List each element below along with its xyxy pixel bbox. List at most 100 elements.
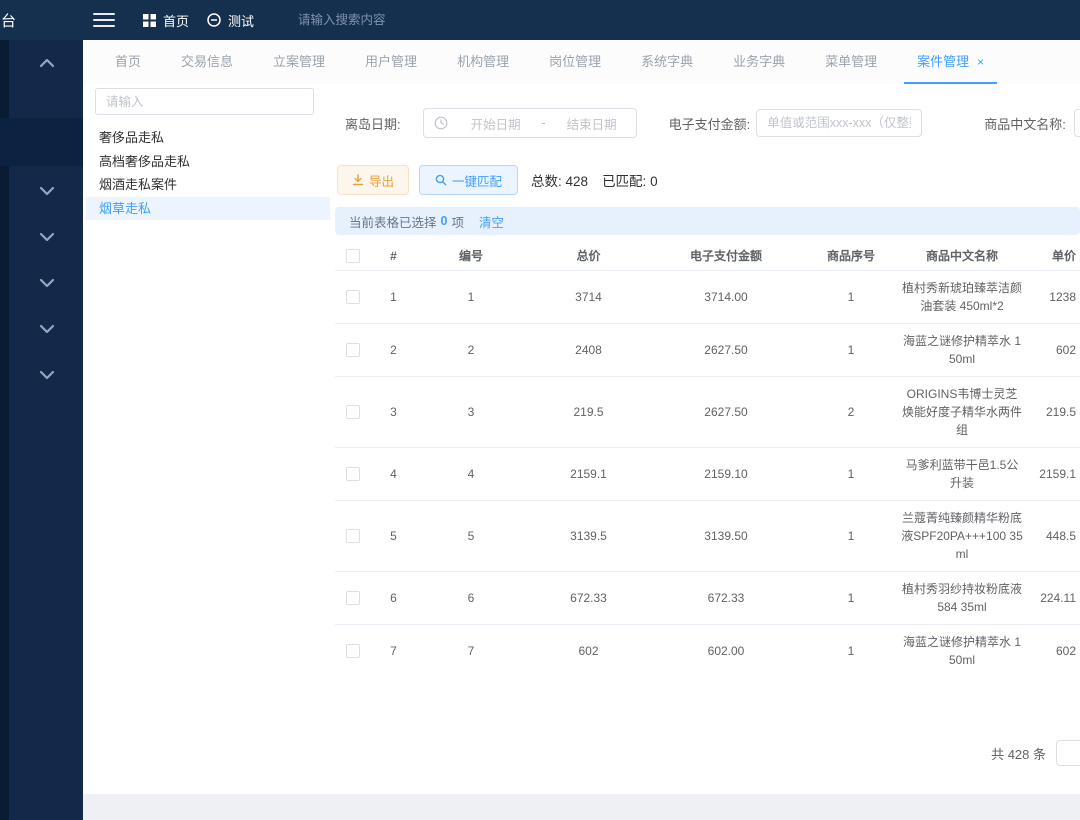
category-panel: 奢侈品走私 高档奢侈品走私 烟酒走私案件 烟草走私 — [86, 88, 330, 220]
table-header-row: # 编号 总价 电子支付金额 商品序号 商品中文名称 单价 — [335, 241, 1080, 271]
selection-count: 0 — [441, 214, 448, 228]
sidebar-active-item[interactable] — [0, 118, 83, 166]
chevron-up-icon[interactable] — [39, 58, 55, 68]
selection-bar: 当前表格已选择 0 项 清空 — [335, 207, 1080, 235]
page-size-select[interactable] — [1056, 740, 1080, 766]
cell-total: 3139.5 — [526, 529, 651, 543]
cell-code: 6 — [416, 591, 526, 605]
cell-unit: 219.5 — [1023, 405, 1080, 419]
topbar-home-label: 首页 — [163, 11, 189, 30]
tab-case-filing[interactable]: 立案管理 — [260, 40, 338, 84]
close-icon[interactable]: × — [977, 55, 984, 69]
row-checkbox[interactable] — [346, 467, 360, 481]
topbar-nav-home[interactable]: 首页 — [143, 11, 189, 30]
tab-biz-dict[interactable]: 业务字典 — [720, 40, 798, 84]
cell-unit: 602 — [1023, 343, 1080, 357]
tab-post-mgmt[interactable]: 岗位管理 — [536, 40, 614, 84]
tab-org-mgmt[interactable]: 机构管理 — [444, 40, 522, 84]
cell-epay: 3139.50 — [651, 529, 801, 543]
topbar-test-label: 测试 — [228, 11, 254, 30]
date-range-picker[interactable]: 开始日期 - 结束日期 — [423, 108, 637, 138]
cell-epay: 2159.10 — [651, 467, 801, 481]
cell-unit: 2159.1 — [1023, 467, 1080, 481]
cell-index: 6 — [371, 591, 416, 605]
cell-epay: 2627.50 — [651, 405, 801, 419]
topbar-nav-test[interactable]: 测试 — [207, 11, 254, 30]
cell-seq: 1 — [801, 591, 901, 605]
col-header-total: 总价 — [526, 247, 651, 264]
cell-code: 4 — [416, 467, 526, 481]
row-checkbox[interactable] — [346, 591, 360, 605]
selection-prefix: 当前表格已选择 — [349, 212, 437, 231]
hamburger-menu-icon[interactable] — [93, 9, 115, 31]
amount-filter-input[interactable] — [756, 109, 922, 137]
col-header-index: # — [371, 249, 416, 263]
col-header-unit: 单价 — [1023, 247, 1080, 264]
chevron-down-icon[interactable] — [39, 278, 55, 288]
cell-unit: 602 — [1023, 644, 1080, 658]
category-item-highend-luxury[interactable]: 高档奢侈品走私 — [86, 150, 330, 174]
chevron-down-icon[interactable] — [39, 186, 55, 196]
cell-index: 7 — [371, 644, 416, 658]
topbar: 台 首页 测试 — [0, 0, 1080, 40]
name-filter-input[interactable] — [1074, 109, 1080, 137]
cell-unit: 224.11 — [1023, 591, 1080, 605]
cell-total: 3714 — [526, 290, 651, 304]
global-search-input[interactable] — [298, 13, 518, 27]
filter-row: 离岛日期: 开始日期 - 结束日期 电子支付金额: 商品中文名称: — [335, 108, 1080, 138]
chevron-down-icon[interactable] — [39, 232, 55, 242]
cell-name: 植村秀新琥珀臻萃洁颜油套装 450ml*2 — [901, 279, 1023, 315]
tab-user-mgmt[interactable]: 用户管理 — [352, 40, 430, 84]
row-checkbox[interactable] — [346, 343, 360, 357]
clear-selection-link[interactable]: 清空 — [479, 212, 504, 231]
table-toolbar: 导出 一键匹配 总数: 428 已匹配: 0 — [335, 165, 1080, 195]
one-click-match-button[interactable]: 一键匹配 — [419, 165, 518, 195]
match-stats: 总数: 428 已匹配: 0 — [531, 170, 658, 190]
end-date-placeholder[interactable]: 结束日期 — [548, 114, 636, 133]
row-checkbox[interactable] — [346, 290, 360, 304]
cell-total: 602 — [526, 644, 651, 658]
export-button[interactable]: 导出 — [337, 165, 409, 195]
tab-trade-info[interactable]: 交易信息 — [168, 40, 246, 84]
cell-seq: 1 — [801, 343, 901, 357]
tab-menu-mgmt[interactable]: 菜单管理 — [812, 40, 890, 84]
category-item-luxury[interactable]: 奢侈品走私 — [86, 126, 330, 150]
select-all-checkbox[interactable] — [346, 249, 360, 263]
cell-unit: 1238 — [1023, 290, 1080, 304]
grid-icon — [143, 14, 156, 27]
search-icon — [435, 174, 447, 186]
case-content: 离岛日期: 开始日期 - 结束日期 电子支付金额: 商品中文名称: 导出 — [335, 84, 1080, 820]
amount-filter-label: 电子支付金额: — [669, 114, 751, 133]
chevron-down-icon[interactable] — [39, 324, 55, 334]
bottom-strip — [83, 794, 1080, 820]
start-date-placeholder[interactable]: 开始日期 — [452, 114, 540, 133]
download-icon — [352, 174, 364, 186]
cell-unit: 448.5 — [1023, 529, 1080, 543]
cell-code: 3 — [416, 405, 526, 419]
category-item-tobacco[interactable]: 烟草走私 — [86, 197, 330, 221]
category-search-input[interactable] — [95, 88, 314, 115]
cell-index: 3 — [371, 405, 416, 419]
category-list: 奢侈品走私 高档奢侈品走私 烟酒走私案件 烟草走私 — [86, 126, 330, 220]
table-row: 2 2 2408 2627.50 1 海蓝之谜修护精萃水 150ml 602 — [335, 324, 1080, 377]
app-logo: 台 — [1, 10, 21, 31]
row-checkbox[interactable] — [346, 644, 360, 658]
name-filter-label: 商品中文名称: — [984, 114, 1066, 133]
clock-icon — [434, 116, 448, 130]
data-table: # 编号 总价 电子支付金额 商品序号 商品中文名称 单价 1 1 3714 3… — [335, 241, 1080, 673]
cell-index: 5 — [371, 529, 416, 543]
row-checkbox[interactable] — [346, 529, 360, 543]
tab-case-mgmt[interactable]: 案件管理× — [904, 40, 997, 84]
date-separator: - — [540, 116, 548, 130]
row-checkbox[interactable] — [346, 405, 360, 419]
tab-sys-dict[interactable]: 系统字典 — [628, 40, 706, 84]
cell-index: 2 — [371, 343, 416, 357]
cell-total: 219.5 — [526, 405, 651, 419]
cell-seq: 1 — [801, 529, 901, 543]
category-item-tobacco-alcohol[interactable]: 烟酒走私案件 — [86, 173, 330, 197]
tab-home[interactable]: 首页 — [102, 40, 154, 84]
cell-name: 海蓝之谜修护精萃水 150ml — [901, 633, 1023, 669]
chevron-down-icon[interactable] — [39, 370, 55, 380]
col-header-seq: 商品序号 — [801, 247, 901, 264]
export-button-label: 导出 — [369, 171, 394, 190]
